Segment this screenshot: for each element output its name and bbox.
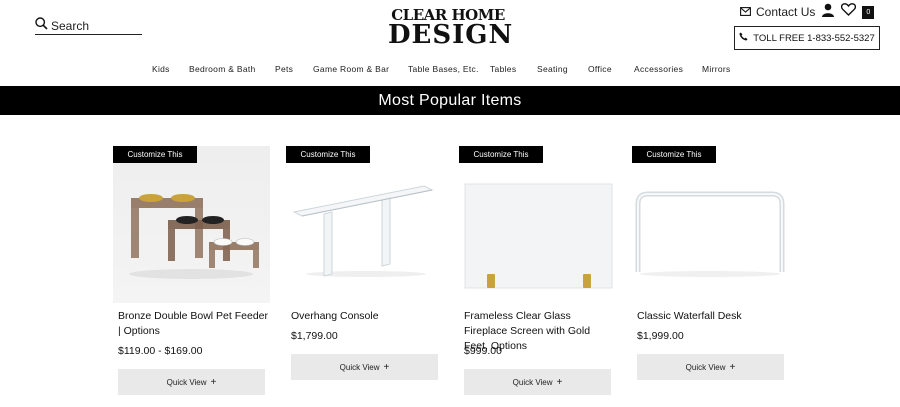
- phone-icon: [739, 32, 748, 44]
- product-name[interactable]: Classic Waterfall Desk: [637, 309, 787, 324]
- product-price: $1,999.00: [637, 330, 684, 342]
- product-name[interactable]: Bronze Double Bowl Pet Feeder | Options: [118, 309, 268, 339]
- quick-view-button[interactable]: Quick View +: [118, 369, 265, 395]
- toll-free-button[interactable]: TOLL FREE 1-833-552-5327: [734, 26, 880, 50]
- nav-item-tables[interactable]: Tables: [490, 64, 516, 74]
- section-banner: Most Popular Items: [0, 86, 900, 115]
- nav-item-game-room-bar[interactable]: Game Room & Bar: [313, 64, 389, 74]
- product-image-fireplace-screen[interactable]: [459, 146, 616, 303]
- nav-item-kids[interactable]: Kids: [152, 64, 170, 74]
- logo-bottom-text: DESIGN: [388, 20, 514, 50]
- product-image-pet-feeder[interactable]: [113, 146, 270, 303]
- plus-icon: +: [210, 376, 217, 388]
- quick-view-button[interactable]: Quick View +: [291, 354, 438, 380]
- nav-item-accessories[interactable]: Accessories: [634, 64, 683, 74]
- plus-icon: +: [383, 361, 390, 373]
- plus-icon: +: [729, 361, 736, 373]
- nav-item-seating[interactable]: Seating: [537, 64, 568, 74]
- customize-badge[interactable]: Customize This: [113, 146, 197, 163]
- product-price: $999.00: [464, 345, 502, 357]
- site-logo[interactable]: CLEAR HOME DESIGN: [388, 8, 514, 50]
- header-utilities: Contact Us 0: [740, 3, 875, 22]
- customize-badge[interactable]: Customize This: [286, 146, 370, 163]
- quick-view-label: Quick View: [512, 377, 553, 387]
- nav-item-bedroom-bath[interactable]: Bedroom & Bath: [189, 64, 256, 74]
- search-field[interactable]: Search: [35, 17, 142, 35]
- site-header: Search CLEAR HOME DESIGN Contact Us 0 TO…: [0, 0, 900, 60]
- toll-free-label[interactable]: TOLL FREE 1-833-552-5327: [753, 33, 874, 44]
- contact-us-label[interactable]: Contact Us: [756, 5, 815, 19]
- cart-count: 0: [866, 8, 871, 16]
- search-icon[interactable]: [35, 17, 48, 35]
- main-nav: Kids Bedroom & Bath Pets Game Room & Bar…: [0, 64, 900, 78]
- quick-view-label: Quick View: [166, 377, 207, 387]
- cart-icon[interactable]: 0: [862, 5, 875, 19]
- nav-item-office[interactable]: Office: [588, 64, 612, 74]
- heart-icon[interactable]: [841, 3, 857, 21]
- nav-item-table-bases[interactable]: Table Bases, Etc.: [408, 64, 479, 74]
- nav-item-mirrors[interactable]: Mirrors: [702, 64, 731, 74]
- contact-us-link[interactable]: Contact Us: [740, 5, 815, 19]
- search-placeholder[interactable]: Search: [51, 19, 89, 33]
- section-title: Most Popular Items: [378, 91, 522, 109]
- customize-badge[interactable]: Customize This: [459, 146, 543, 163]
- mail-icon: [740, 5, 751, 19]
- customize-badge[interactable]: Customize This: [632, 146, 716, 163]
- nav-item-pets[interactable]: Pets: [275, 64, 293, 74]
- product-name[interactable]: Overhang Console: [291, 309, 441, 324]
- product-price: $1,799.00: [291, 330, 338, 342]
- product-image-waterfall-desk[interactable]: [632, 146, 789, 303]
- quick-view-label: Quick View: [685, 362, 726, 372]
- plus-icon: +: [556, 376, 563, 388]
- user-icon[interactable]: [821, 3, 835, 22]
- product-price: $119.00 - $169.00: [118, 345, 203, 357]
- quick-view-label: Quick View: [339, 362, 380, 372]
- quick-view-button[interactable]: Quick View +: [637, 354, 784, 380]
- quick-view-button[interactable]: Quick View +: [464, 369, 611, 395]
- product-image-overhang-console[interactable]: [286, 146, 443, 303]
